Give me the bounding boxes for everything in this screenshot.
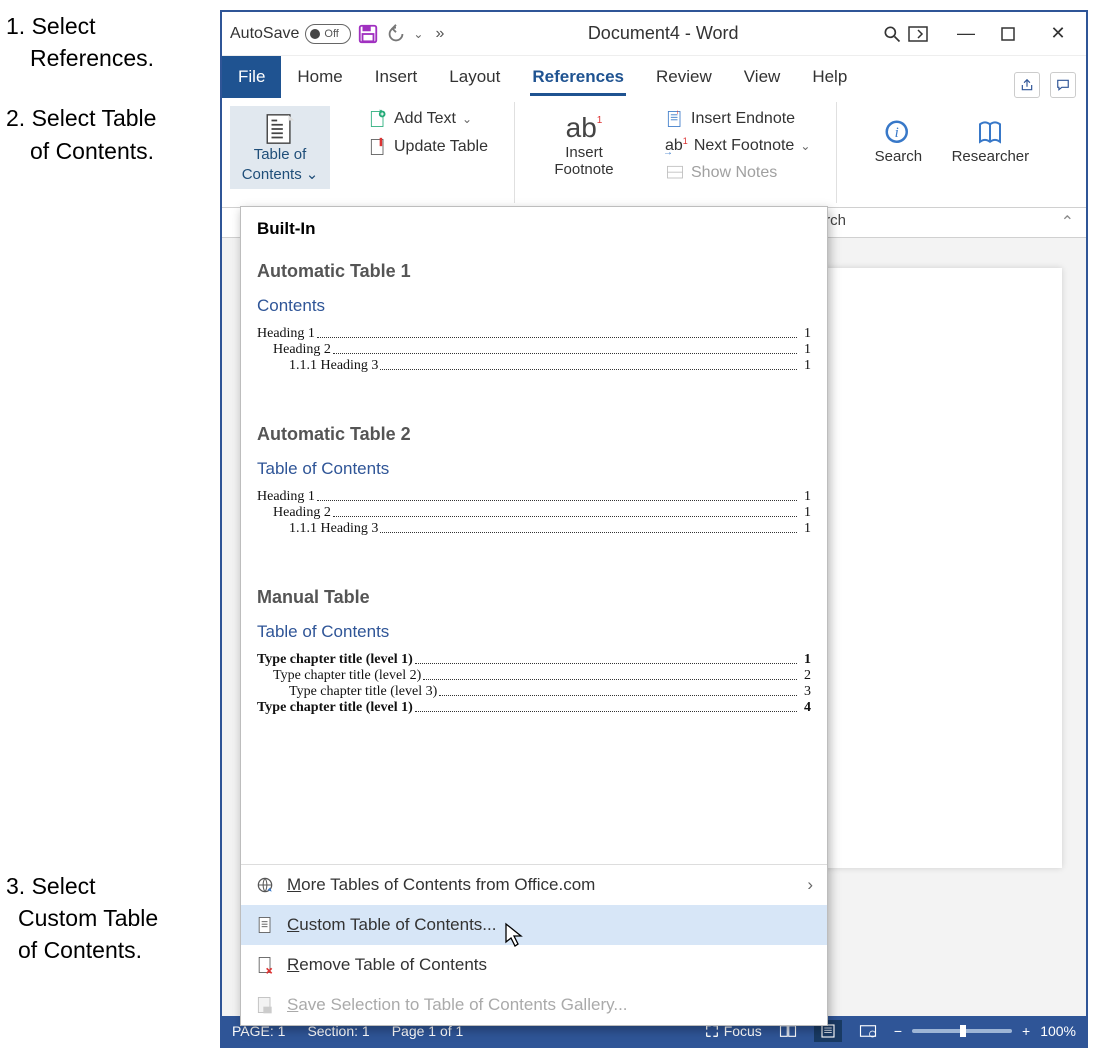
titlebar: AutoSave Off ⌄ » Document4 - Word — ✕ <box>222 12 1086 56</box>
qat-more-icon[interactable]: » <box>435 25 444 43</box>
save-to-gallery-item: Save Selection to Table of Contents Gall… <box>241 985 827 1025</box>
researcher-button[interactable]: Researcher <box>945 112 1035 171</box>
table-of-contents-button[interactable]: Table of Contents⌄ <box>230 106 330 189</box>
svg-text:i: i <box>895 125 899 141</box>
maximize-icon[interactable] <box>1000 26 1024 42</box>
remove-toc-label: Remove Table of Contents <box>287 955 487 975</box>
remove-toc-item[interactable]: Remove Table of Contents <box>241 945 827 985</box>
step2-line1: 2. Select Table <box>6 102 216 134</box>
show-notes-button: Show Notes <box>665 160 777 186</box>
comments-icon[interactable] <box>1050 72 1076 98</box>
zoom-slider[interactable] <box>912 1029 1012 1033</box>
autosave-toggle[interactable]: AutoSave Off <box>230 24 351 44</box>
save-icon[interactable] <box>357 23 379 45</box>
autosave-label: AutoSave <box>230 25 299 43</box>
save-to-gallery-label: Save Selection to Table of Contents Gall… <box>287 995 628 1015</box>
tab-review[interactable]: Review <box>640 56 728 98</box>
collapse-ribbon-icon[interactable]: ⌃ <box>1061 212 1074 232</box>
custom-toc-item[interactable]: Custom Table of Contents... <box>241 905 827 945</box>
chevron-right-icon: › <box>807 875 813 895</box>
tab-insert[interactable]: Insert <box>359 56 434 98</box>
dropdown-section-builtin: Built-In <box>241 207 827 247</box>
tab-view[interactable]: View <box>728 56 797 98</box>
zoom-out-button[interactable]: − <box>894 1023 902 1039</box>
step2-line2: of Contents. <box>6 135 216 167</box>
chevron-down-icon: ⌄ <box>306 165 319 183</box>
minimize-icon[interactable]: — <box>954 23 978 44</box>
remove-icon <box>255 955 275 975</box>
search-icon[interactable] <box>882 24 902 44</box>
step3-line1: 3. Select <box>6 870 158 902</box>
undo-icon[interactable] <box>385 23 407 45</box>
web-layout-icon[interactable] <box>854 1020 882 1042</box>
step3-line3: of Contents. <box>6 934 158 966</box>
ribbon: Table of Contents⌄ Add Text⌄ Update Tabl… <box>222 98 1086 208</box>
svg-text:i: i <box>677 110 678 116</box>
manual-contents-title: Table of Contents <box>257 622 811 642</box>
next-footnote-button[interactable]: ab1→ Next Footnote⌄ <box>665 134 810 158</box>
tab-help[interactable]: Help <box>796 56 863 98</box>
undo-dropdown-icon[interactable]: ⌄ <box>413 27 423 41</box>
search-button[interactable]: i Search <box>863 112 933 171</box>
update-table-button[interactable]: Update Table <box>368 134 488 160</box>
globe-icon <box>255 875 275 895</box>
step1-line2: References. <box>6 42 216 74</box>
auto1-contents-title: Contents <box>257 296 811 316</box>
ribbon-display-icon[interactable] <box>908 26 932 42</box>
insert-footnote-button[interactable]: ab1 Insert Footnote <box>541 106 627 184</box>
document-title: Document4 - Word <box>450 23 876 44</box>
ribbon-tabs: File Home Insert Layout References Revie… <box>222 56 1086 98</box>
auto2-contents-title: Table of Contents <box>257 459 811 479</box>
document-icon <box>255 915 275 935</box>
word-window: AutoSave Off ⌄ » Document4 - Word — ✕ Fi… <box>220 10 1088 1048</box>
more-from-office-item[interactable]: More Tables of Contents from Office.com … <box>241 865 827 905</box>
toc-dropdown: Built-In Automatic Table 1 Contents Head… <box>240 206 828 1026</box>
gallery-manual[interactable]: Manual Table <box>257 587 811 608</box>
step3-line2: Custom Table <box>6 902 158 934</box>
tab-home[interactable]: Home <box>281 56 358 98</box>
close-icon[interactable]: ✕ <box>1046 23 1070 44</box>
share-icon[interactable] <box>1014 72 1040 98</box>
insert-endnote-button[interactable]: i Insert Endnote <box>665 106 795 132</box>
instruction-list: 1. Select References. 2. Select Table of… <box>6 10 216 195</box>
add-text-button[interactable]: Add Text⌄ <box>368 106 472 132</box>
tab-layout[interactable]: Layout <box>433 56 516 98</box>
zoom-in-button[interactable]: + <box>1022 1023 1030 1039</box>
gallery-auto1[interactable]: Automatic Table 1 <box>257 261 811 282</box>
more-from-office-label: More Tables of Contents from Office.com <box>287 875 595 895</box>
zoom-level[interactable]: 100% <box>1040 1023 1076 1039</box>
gallery-auto2[interactable]: Automatic Table 2 <box>257 424 811 445</box>
custom-toc-label: Custom Table of Contents... <box>287 915 496 935</box>
step1-line1: 1. Select <box>6 10 216 42</box>
tab-file[interactable]: File <box>222 56 281 98</box>
tab-references[interactable]: References <box>516 56 640 98</box>
save-gallery-icon <box>255 995 275 1015</box>
